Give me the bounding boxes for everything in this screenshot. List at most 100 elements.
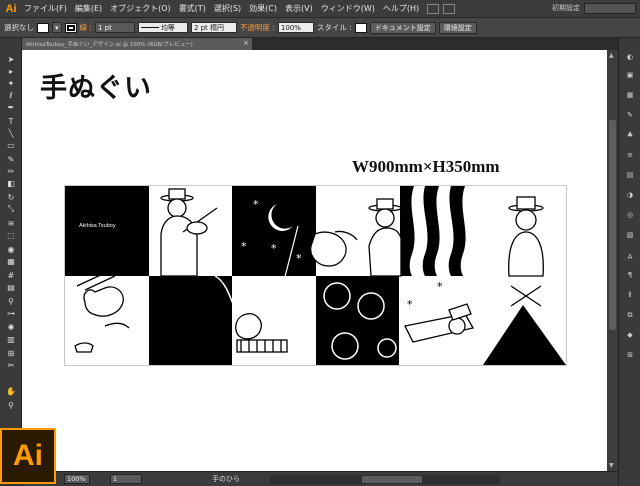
stroke-label[interactable]: 線 : <box>80 22 92 33</box>
blend-icon[interactable]: ⊶ <box>5 308 17 318</box>
scroll-up-icon[interactable]: ▲ <box>609 52 614 59</box>
app-logo: Ai <box>5 2 17 15</box>
pen-icon[interactable]: ✒ <box>5 102 17 112</box>
hand-icon[interactable]: ✋ <box>5 386 17 396</box>
slice-icon[interactable]: ✂ <box>5 360 17 370</box>
artist-signature: Akihisa Tsuboy <box>79 223 116 229</box>
menu-bar: Ai ファイル(F) 編集(E) オブジェクト(O) 書式(T) 選択(S) 効… <box>0 0 640 18</box>
graphic-style-swatch[interactable] <box>354 22 367 33</box>
workspace-switcher[interactable]: 初期設定 <box>552 3 580 13</box>
close-icon[interactable]: × <box>243 39 249 47</box>
teapot-cat-figure <box>74 271 130 353</box>
scale-icon[interactable]: ⤡ <box>5 204 17 214</box>
fill-swatch[interactable] <box>37 22 49 33</box>
stroke-swatch[interactable] <box>64 22 77 33</box>
menu-view[interactable]: 表示(V) <box>281 3 317 14</box>
menu-effect[interactable]: 効果(C) <box>245 3 281 14</box>
symbols-icon[interactable]: ♣ <box>624 130 636 140</box>
spotlight <box>483 305 566 365</box>
pathfinder-icon[interactable]: ⧉ <box>624 310 636 320</box>
graph-icon[interactable]: ▥ <box>5 334 17 344</box>
paintbrush-icon[interactable]: ✎ <box>5 154 17 164</box>
perspective-icon[interactable]: ▦ <box>5 256 17 266</box>
peeking-man-figure <box>368 198 402 277</box>
shape-builder-icon[interactable]: ◉ <box>5 244 17 254</box>
paragraph-panel-icon[interactable]: ¶ <box>624 270 636 280</box>
page-title: 手ぬぐい <box>40 73 152 104</box>
zoom-icon[interactable]: ⚲ <box>5 400 17 410</box>
horizontal-scrollbar[interactable] <box>270 474 500 484</box>
brush-definition[interactable]: 2 pt 楕円 <box>190 22 237 33</box>
magic-wand-icon[interactable]: ✦ <box>5 78 17 88</box>
preferences-button[interactable]: 環境設定 <box>438 21 477 34</box>
bridge-icon[interactable] <box>427 3 440 14</box>
eyedropper-icon[interactable]: ⚲ <box>5 296 17 306</box>
menu-edit[interactable]: 編集(E) <box>71 3 106 14</box>
color-panel-icon[interactable]: ◐ <box>624 52 636 62</box>
color-guide-icon[interactable]: ▣ <box>624 70 636 80</box>
menu-object[interactable]: オブジェクト(O) <box>106 3 175 14</box>
zoom-level-field[interactable]: 100% <box>64 474 90 484</box>
stroke-panel-icon[interactable]: ≡ <box>624 150 636 160</box>
menu-file[interactable]: ファイル(F) <box>20 3 71 14</box>
symbol-sprayer-icon[interactable]: ✺ <box>5 322 17 332</box>
selection-tool-icon[interactable]: ➤ <box>5 54 17 64</box>
swatches-icon[interactable]: ▦ <box>624 90 636 100</box>
variable-width-profile[interactable]: 均等 <box>137 22 188 33</box>
free-transform-icon[interactable]: ⬚ <box>5 230 17 240</box>
rotate-icon[interactable]: ↻ <box>5 192 17 202</box>
tenugui-artwork[interactable]: * * * * Akihisa Tsuboy * * <box>64 185 567 366</box>
transparency-icon[interactable]: ◑ <box>624 190 636 200</box>
brushes-icon[interactable]: ✎ <box>624 110 636 120</box>
document-tab-label: AkihisaTsuboy_手ぬぐい_デザイン.ai @ 100% (RGB/プ… <box>26 42 193 48</box>
eraser-icon[interactable]: ◧ <box>5 178 17 188</box>
type-icon[interactable]: T <box>5 116 17 126</box>
svg-text:*: * <box>437 280 443 293</box>
tools-panel: ➤ ▸ ✦ ℓ ✒ T ╲ ▭ ✎ ✏ ◧ ↻ ⤡ ≋ ⬚ ◉ ▦ # ▤ ⚲ … <box>0 38 22 428</box>
arrange-documents-icon[interactable] <box>443 3 456 14</box>
rectangle-icon[interactable]: ▭ <box>5 140 17 150</box>
wavy-stripes <box>400 186 466 276</box>
scroll-down-icon[interactable]: ▼ <box>609 462 614 469</box>
illustrator-logo: Ai <box>0 428 56 484</box>
character-panel-icon[interactable]: A <box>624 252 636 262</box>
svg-text:*: * <box>241 240 247 253</box>
document-canvas[interactable]: 手ぬぐい W900mm×H350mm * * * * Akihisa Tsuboy <box>22 50 607 471</box>
artboard-icon[interactable]: ⊞ <box>5 348 17 358</box>
pencil-icon[interactable]: ✏ <box>5 166 17 176</box>
svg-text:*: * <box>271 242 277 255</box>
document-tab-bar: AkihisaTsuboy_手ぬぐい_デザイン.ai @ 100% (RGB/プ… <box>22 38 618 50</box>
document-tab[interactable]: AkihisaTsuboy_手ぬぐい_デザイン.ai @ 100% (RGB/プ… <box>22 38 252 50</box>
artboards-panel-icon[interactable]: ⊞ <box>624 350 636 360</box>
document-settings-button[interactable]: ドキュメント設定 <box>369 21 436 34</box>
fill-dropdown[interactable]: ▾ <box>52 22 62 33</box>
menu-type[interactable]: 書式(T) <box>175 3 210 14</box>
artboard-navigation-field[interactable]: 1 <box>110 474 142 484</box>
lasso-icon[interactable]: ℓ <box>5 90 17 100</box>
menu-select[interactable]: 選択(S) <box>210 3 245 14</box>
help-search-input[interactable] <box>584 3 636 14</box>
direct-selection-icon[interactable]: ▸ <box>5 66 17 76</box>
control-bar: 選択なし ▾ 線 : 1 pt 均等 2 pt 楕円 不透明度 : 100% ス… <box>0 18 640 38</box>
opacity-label[interactable]: 不透明度 : <box>240 22 275 33</box>
gradient-icon[interactable]: ▤ <box>5 282 17 292</box>
lying-man-figure <box>404 303 474 343</box>
line-icon[interactable]: ╲ <box>5 128 17 138</box>
gradient-panel-icon[interactable]: ▤ <box>624 170 636 180</box>
menu-window[interactable]: ウィンドウ(W) <box>317 3 379 14</box>
vertical-scroll-thumb[interactable] <box>609 120 616 330</box>
vertical-scrollbar[interactable]: ▲ ▼ <box>607 50 618 471</box>
opacity-field[interactable]: 100% <box>277 22 314 33</box>
horizontal-scroll-thumb[interactable] <box>362 475 422 483</box>
layers-icon[interactable]: ◆ <box>624 330 636 340</box>
graphic-styles-icon[interactable]: ▧ <box>624 230 636 240</box>
style-label: スタイル : <box>316 23 352 32</box>
violinist-figure <box>160 188 218 277</box>
align-panel-icon[interactable]: ⫴ <box>624 290 636 300</box>
menu-help[interactable]: ヘルプ(H) <box>379 3 423 14</box>
status-bar: 100% 1 手のひら <box>22 471 618 486</box>
appearance-icon[interactable]: ◎ <box>624 210 636 220</box>
stroke-weight-field[interactable]: 1 pt <box>94 22 135 33</box>
mesh-icon[interactable]: # <box>5 270 17 280</box>
warp-icon[interactable]: ≋ <box>5 218 17 228</box>
